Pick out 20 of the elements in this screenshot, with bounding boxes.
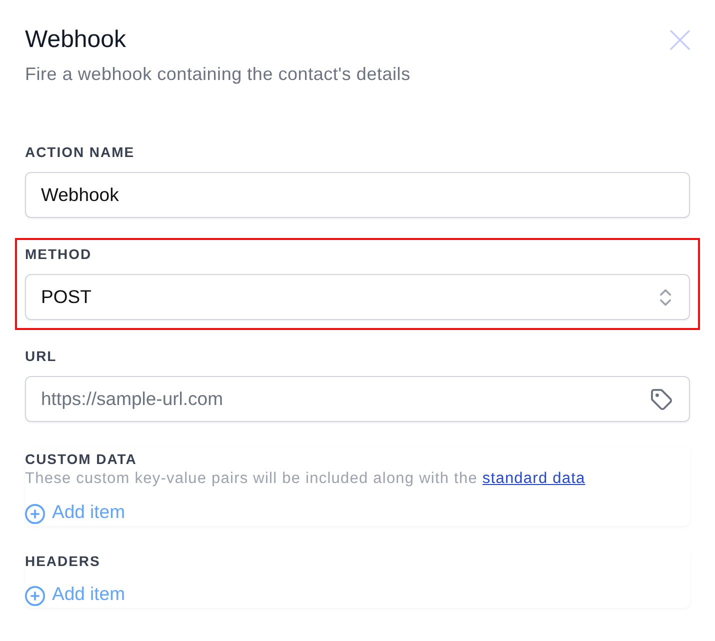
url-input[interactable]: https://sample-url.com xyxy=(25,376,690,422)
url-placeholder: https://sample-url.com xyxy=(41,387,223,412)
field-label: URL xyxy=(25,347,58,366)
close-button[interactable] xyxy=(670,30,690,50)
plus-circle-icon xyxy=(25,586,45,606)
field-label: ACTION NAME xyxy=(25,143,136,162)
section-label: HEADERS xyxy=(25,552,102,571)
plus-circle-icon xyxy=(25,504,45,524)
method-select[interactable]: POST xyxy=(25,274,690,320)
chevrons-up-down-icon xyxy=(660,288,671,306)
field-label: METHOD xyxy=(25,245,93,264)
action-name-input[interactable]: Webhook xyxy=(25,172,690,218)
close-icon xyxy=(670,30,690,50)
select-value: POST xyxy=(41,285,92,310)
standard-data-link[interactable]: standard data xyxy=(482,470,586,487)
tag-icon xyxy=(651,388,672,410)
dialog-title: Webhook xyxy=(25,26,126,54)
section-label: CUSTOM DATA xyxy=(25,450,138,469)
section-description: These custom key-value pairs will be included along with the standard data xyxy=(25,469,586,489)
dialog-subtitle: Fire a webhook containing the contact's details xyxy=(25,63,412,86)
